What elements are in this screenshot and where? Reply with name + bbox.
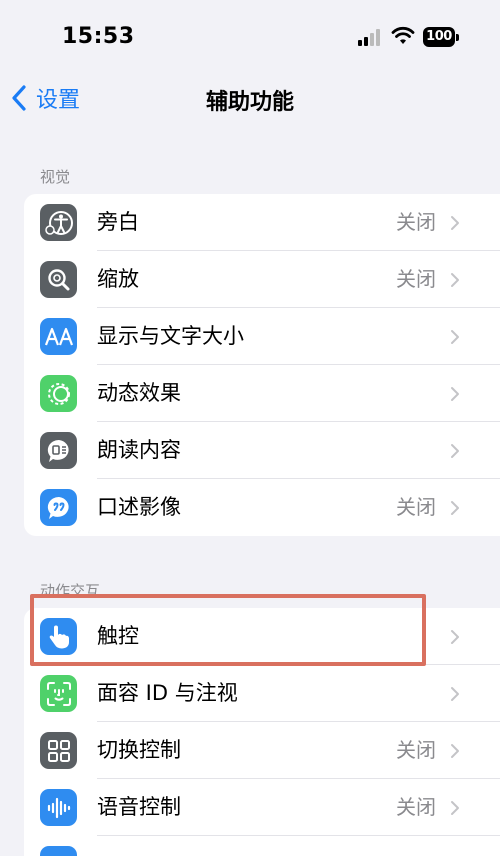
display-text-size-icon <box>40 318 77 355</box>
wifi-icon <box>391 26 415 44</box>
row-label: 切换控制 <box>97 738 181 762</box>
row-touch[interactable]: 触控 <box>24 608 500 665</box>
settings-group-physical-motor: 触控 面容 ID 与注视 切换控制 关闭 语音控制 关闭 <box>24 608 500 856</box>
navigation-bar: 设置 辅助功能 <box>0 70 500 126</box>
zoom-icon <box>40 261 77 298</box>
row-spoken-content[interactable]: 朗读内容 <box>24 422 500 479</box>
row-label: 面容 ID 与注视 <box>97 681 238 705</box>
chevron-right-icon <box>451 216 459 230</box>
spoken-content-icon <box>40 432 77 469</box>
chevron-right-icon <box>451 687 459 701</box>
page-title: 辅助功能 <box>205 90 294 115</box>
switch-control-icon <box>40 732 77 769</box>
row-label: 触控 <box>97 624 139 648</box>
chevron-right-icon <box>451 801 459 815</box>
chevron-right-icon <box>451 273 459 287</box>
row-voiceover[interactable]: 旁白 关闭 <box>24 194 500 251</box>
row-switch-control[interactable]: 切换控制 关闭 <box>24 722 500 779</box>
row-voice-control[interactable]: 语音控制 关闭 <box>24 779 500 836</box>
row-audio-descriptions[interactable]: 口述影像 关闭 <box>24 479 500 536</box>
face-id-icon <box>40 675 77 712</box>
battery-level: 100 <box>423 27 455 47</box>
touch-icon <box>40 618 77 655</box>
voiceover-icon <box>40 204 77 241</box>
cellular-signal-icon <box>358 28 382 46</box>
row-label: 朗读内容 <box>97 438 181 462</box>
row-zoom[interactable]: 缩放 关闭 <box>24 251 500 308</box>
row-label: 显示与文字大小 <box>97 324 244 348</box>
row-value: 关闭 <box>396 210 436 234</box>
chevron-right-icon <box>451 444 459 458</box>
chevron-right-icon <box>451 630 459 644</box>
row-label: 语音控制 <box>97 795 181 819</box>
row-label: 旁白 <box>97 210 139 234</box>
row-display-text-size[interactable]: 显示与文字大小 <box>24 308 500 365</box>
chevron-right-icon <box>451 387 459 401</box>
row-label: 缩放 <box>97 267 139 291</box>
row-value: 关闭 <box>396 795 436 819</box>
row-motion[interactable]: 动态效果 <box>24 365 500 422</box>
chevron-right-icon <box>451 744 459 758</box>
status-bar: 15:53 100 <box>0 0 500 70</box>
row-label: 动态效果 <box>97 381 181 405</box>
status-time: 15:53 <box>62 24 135 49</box>
settings-group-vision: 旁白 关闭 缩放 关闭 显示与文字大小 动态效果 朗读内容 口述影像 关闭 <box>24 194 500 536</box>
battery-icon: 100 <box>423 27 459 47</box>
chevron-right-icon <box>451 330 459 344</box>
row-face-id-attention[interactable]: 面容 ID 与注视 <box>24 665 500 722</box>
section-header-physical-motor: 动作交互 <box>40 582 101 600</box>
voice-control-icon <box>40 789 77 826</box>
section-header-vision: 视觉 <box>40 168 71 186</box>
row-partial[interactable] <box>24 836 500 856</box>
audio-descriptions-icon <box>40 489 77 526</box>
row-value: 关闭 <box>396 738 436 762</box>
chevron-right-icon <box>451 501 459 515</box>
row-value: 关闭 <box>396 267 436 291</box>
row-label: 口述影像 <box>97 495 181 519</box>
row-value: 关闭 <box>396 495 436 519</box>
motion-icon <box>40 375 77 412</box>
settings-row-icon <box>40 846 77 856</box>
